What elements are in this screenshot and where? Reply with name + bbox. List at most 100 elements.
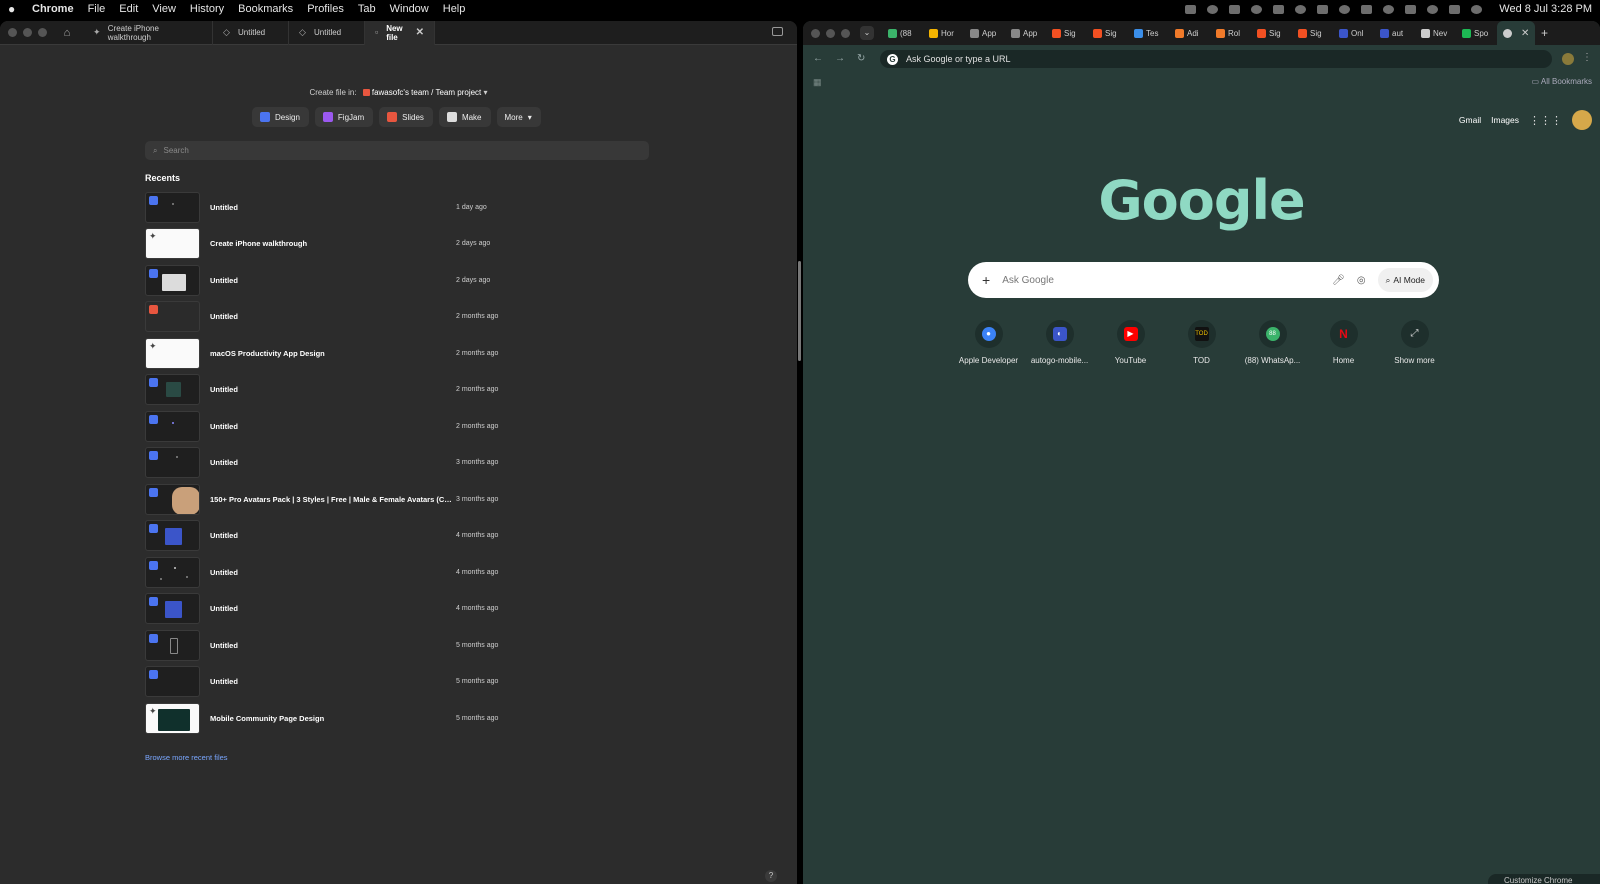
design-button[interactable]: Design bbox=[252, 107, 309, 127]
list-item[interactable]: Untitled 2 months ago bbox=[145, 372, 545, 409]
back-icon[interactable]: ← bbox=[813, 53, 823, 64]
list-item[interactable]: Untitled 5 months ago bbox=[145, 627, 545, 664]
slides-button[interactable]: Slides bbox=[379, 107, 433, 127]
browser-tab-active[interactable]: ✕ bbox=[1497, 21, 1535, 45]
browser-tab[interactable]: Onl bbox=[1333, 21, 1374, 45]
browser-tab[interactable]: Sig bbox=[1046, 21, 1087, 45]
search-icon[interactable] bbox=[1449, 4, 1461, 14]
browser-tab[interactable]: Sig bbox=[1251, 21, 1292, 45]
menu-window[interactable]: Window bbox=[390, 3, 429, 15]
tab-create-iphone-walkthrough[interactable]: ✦ Create iPhone walkthrough bbox=[83, 21, 213, 45]
tray-app-icon[interactable] bbox=[1361, 4, 1373, 14]
tray-app-icon[interactable] bbox=[1207, 4, 1219, 14]
zoom-window-button[interactable] bbox=[38, 28, 47, 37]
help-button[interactable]: ? bbox=[765, 870, 777, 882]
sidebar-toggle-icon[interactable] bbox=[772, 27, 783, 36]
shortcut-home[interactable]: N Home bbox=[1308, 320, 1379, 365]
make-button[interactable]: Make bbox=[438, 107, 491, 127]
reload-icon[interactable]: ↻ bbox=[857, 53, 865, 64]
apps-icon[interactable]: ▦ bbox=[813, 77, 822, 88]
menu-history[interactable]: History bbox=[190, 3, 224, 15]
address-bar[interactable]: G Ask Google or type a URL bbox=[880, 50, 1552, 68]
menu-bookmarks[interactable]: Bookmarks bbox=[238, 3, 293, 15]
figjam-button[interactable]: FigJam bbox=[314, 107, 374, 127]
tab-untitled[interactable]: ◇ Untitled bbox=[213, 21, 289, 45]
shortcut-youtube[interactable]: ▶ YouTube bbox=[1095, 320, 1166, 365]
shortcut-autogo[interactable]: ◐ autogo-mobile... bbox=[1024, 320, 1095, 365]
chevron-down-icon[interactable]: ▾ bbox=[481, 88, 488, 97]
browser-tab[interactable]: Nev bbox=[1415, 21, 1456, 45]
add-icon[interactable]: + bbox=[982, 272, 990, 288]
customize-chrome-button[interactable]: Customize Chrome bbox=[1488, 874, 1600, 884]
more-button[interactable]: More ▾ bbox=[496, 107, 541, 127]
lens-icon[interactable]: ◎ bbox=[1357, 275, 1366, 286]
tray-app-icon[interactable] bbox=[1339, 4, 1351, 14]
google-apps-icon[interactable]: ⋮⋮⋮ bbox=[1529, 114, 1562, 127]
control-center-icon[interactable] bbox=[1471, 4, 1483, 14]
shortcut-apple-developer[interactable]: ● Apple Developer bbox=[953, 320, 1024, 365]
list-item[interactable]: Untitled 5 months ago bbox=[145, 664, 545, 701]
browser-tab[interactable]: aut bbox=[1374, 21, 1415, 45]
tab-new-file[interactable]: ▫ New file ✕ bbox=[365, 21, 435, 45]
browser-tab[interactable]: App bbox=[1005, 21, 1046, 45]
menu-help[interactable]: Help bbox=[443, 3, 466, 15]
list-item[interactable]: Untitled 4 months ago bbox=[145, 518, 545, 555]
images-link[interactable]: Images bbox=[1491, 115, 1519, 125]
browser-tab[interactable]: (88 bbox=[882, 21, 923, 45]
team-dropdown[interactable]: fawasofc's team / Team project bbox=[372, 88, 481, 97]
menu-tab[interactable]: Tab bbox=[358, 3, 376, 15]
tray-app-icon[interactable] bbox=[1383, 4, 1395, 14]
profile-avatar[interactable] bbox=[1562, 53, 1574, 65]
ai-mode-button[interactable]: ⌕ AI Mode bbox=[1377, 268, 1433, 292]
tab-untitled[interactable]: ◇ Untitled bbox=[289, 21, 365, 45]
wifi-icon[interactable] bbox=[1427, 4, 1439, 14]
close-window-button[interactable] bbox=[811, 28, 820, 38]
close-window-button[interactable] bbox=[8, 28, 17, 37]
list-item[interactable]: Untitled 2 months ago bbox=[145, 299, 545, 336]
minimize-window-button[interactable] bbox=[23, 28, 32, 37]
shortcut-tod[interactable]: TOD TOD bbox=[1166, 320, 1237, 365]
menu-profiles[interactable]: Profiles bbox=[307, 3, 344, 15]
tray-app-icon[interactable] bbox=[1251, 4, 1263, 14]
forward-icon[interactable]: → bbox=[835, 53, 845, 64]
close-icon[interactable]: ✕ bbox=[416, 27, 424, 38]
browser-tab[interactable]: Rol bbox=[1210, 21, 1251, 45]
list-item[interactable]: Untitled 3 months ago bbox=[145, 445, 545, 482]
tray-app-icon[interactable] bbox=[1273, 4, 1285, 14]
divider-handle[interactable] bbox=[798, 261, 801, 361]
account-avatar[interactable] bbox=[1572, 110, 1592, 130]
search-input[interactable]: ⌕ Search bbox=[145, 141, 649, 160]
list-item[interactable]: Untitled 2 days ago bbox=[145, 262, 545, 299]
list-item[interactable]: Untitled 2 months ago bbox=[145, 408, 545, 445]
menu-edit[interactable]: Edit bbox=[119, 3, 138, 15]
list-item[interactable]: 150+ Pro Avatars Pack | 3 Styles | Free … bbox=[145, 481, 545, 518]
more-menu-icon[interactable]: ⋮ bbox=[1582, 52, 1592, 63]
menu-clock[interactable]: Wed 8 Jul 3:28 PM bbox=[1499, 3, 1592, 15]
home-icon[interactable]: ⌂ bbox=[57, 27, 77, 39]
menu-file[interactable]: File bbox=[88, 3, 106, 15]
gmail-link[interactable]: Gmail bbox=[1459, 115, 1481, 125]
google-search-box[interactable]: + Ask Google 🎤︎ ◎ ⌕ AI Mode bbox=[968, 262, 1439, 298]
list-item[interactable]: ✦ Mobile Community Page Design 5 months … bbox=[145, 700, 545, 737]
tray-app-icon[interactable] bbox=[1229, 4, 1241, 14]
browser-tab[interactable]: Spo bbox=[1456, 21, 1497, 45]
list-item[interactable]: ✦ macOS Productivity App Design 2 months… bbox=[145, 335, 545, 372]
browser-tab[interactable]: Sig bbox=[1292, 21, 1333, 45]
battery-icon[interactable] bbox=[1405, 4, 1417, 14]
browser-tab[interactable]: Sig bbox=[1087, 21, 1128, 45]
tab-search-icon[interactable]: ⌄ bbox=[860, 26, 874, 40]
list-item[interactable]: Untitled 1 day ago bbox=[145, 189, 545, 226]
new-tab-button[interactable]: + bbox=[1541, 26, 1548, 40]
minimize-window-button[interactable] bbox=[826, 28, 835, 38]
apple-menu-icon[interactable]: ● bbox=[8, 2, 22, 16]
tray-app-icon[interactable] bbox=[1317, 4, 1329, 14]
shortcut-whatsapp[interactable]: 88 (88) WhatsAp... bbox=[1237, 320, 1308, 365]
browser-tab[interactable]: App bbox=[964, 21, 1005, 45]
close-icon[interactable]: ✕ bbox=[1521, 28, 1529, 39]
microphone-icon[interactable]: 🎤︎ bbox=[1332, 275, 1345, 286]
menu-view[interactable]: View bbox=[152, 3, 176, 15]
list-item[interactable]: Untitled 4 months ago bbox=[145, 554, 545, 591]
browser-tab[interactable]: Tes bbox=[1128, 21, 1169, 45]
tray-app-icon[interactable] bbox=[1295, 4, 1307, 14]
shortcut-show-more[interactable]: ⤢ Show more bbox=[1379, 320, 1450, 365]
